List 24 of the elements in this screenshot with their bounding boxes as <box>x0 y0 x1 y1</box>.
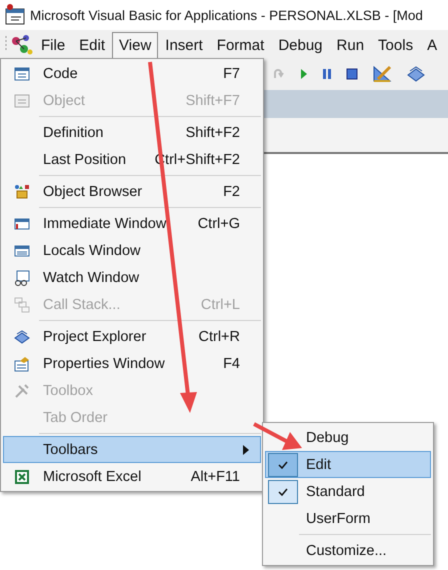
menu-bar-item[interactable]: Insert <box>158 32 210 58</box>
menu-item[interactable]: Debug <box>265 424 431 451</box>
menu-item[interactable]: Toolbars <box>3 436 261 463</box>
menu-item[interactable]: Standard <box>265 478 431 505</box>
menu-bar-item[interactable]: File <box>34 32 72 58</box>
menu-item[interactable]: Project Explorer Ctrl+R <box>3 323 261 350</box>
menu-item[interactable]: Object Browser F2 <box>3 178 261 205</box>
menu-item[interactable]: Watch Window <box>3 264 261 291</box>
menu-bar-item[interactable]: A <box>420 32 444 58</box>
menu-item[interactable]: Definition Shift+F2 <box>3 119 261 146</box>
menu-item[interactable]: Customize... <box>265 537 431 564</box>
menu-item[interactable]: Microsoft Excel Alt+F11 <box>3 463 261 490</box>
menu-item[interactable]: Edit <box>265 451 431 478</box>
menu-bar-item[interactable]: Debug <box>271 32 330 58</box>
menu-bar-item[interactable]: Format <box>210 32 272 58</box>
window-title: Microsoft Visual Basic for Applications - PERSONAL.XLSB - [Mod <box>30 8 423 22</box>
menu-item[interactable]: Properties Window F4 <box>3 350 261 377</box>
menu-bar-item[interactable]: Edit <box>72 32 112 58</box>
menu-item[interactable]: Immediate Window Ctrl+G <box>3 210 261 237</box>
menu-item[interactable]: Locals Window <box>3 237 261 264</box>
menu-bar-item[interactable]: View <box>112 32 158 58</box>
menu-bar-item[interactable]: Run <box>330 32 372 58</box>
menu-item[interactable]: UserForm <box>265 505 431 532</box>
menu-bar-item[interactable]: Tools <box>371 32 420 58</box>
